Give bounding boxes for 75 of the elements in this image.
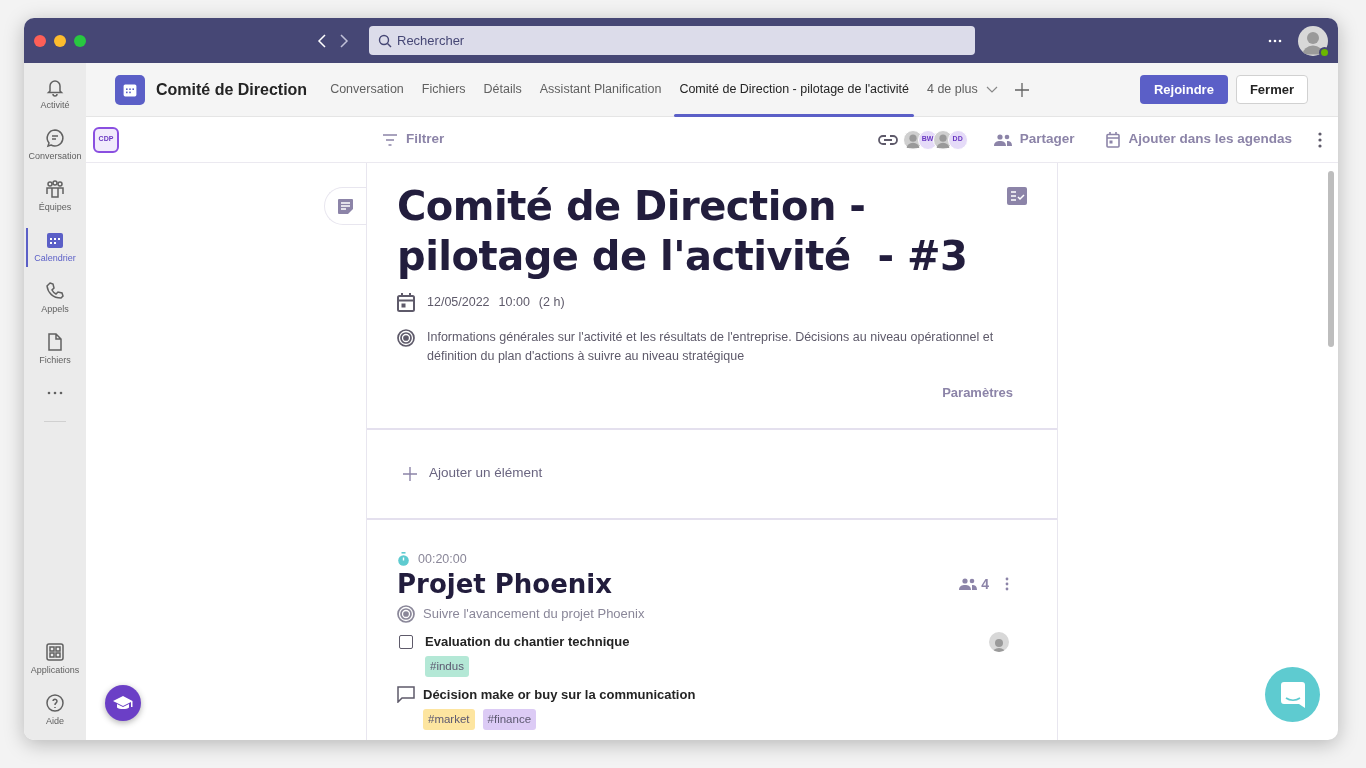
rail-item[interactable]: Appels — [24, 273, 86, 324]
plus-icon — [403, 466, 417, 481]
calendar-icon — [1106, 131, 1121, 148]
chat-bubble-icon — [1280, 681, 1305, 708]
note-icon — [337, 197, 354, 215]
more-tabs-dropdown[interactable]: 4 de plus — [917, 62, 1007, 117]
chat-bubble-icon — [45, 127, 65, 148]
learning-button[interactable] — [105, 685, 141, 721]
status-available-icon — [1319, 46, 1330, 58]
people-icon — [45, 178, 65, 199]
tab[interactable]: Comité de Direction - pilotage de l'activité — [670, 62, 918, 117]
meeting-time: 10:00 — [498, 294, 530, 312]
comment-icon — [397, 686, 415, 704]
rail-item[interactable]: Fichiers — [24, 324, 86, 375]
rail-item[interactable]: Conversation — [24, 120, 86, 171]
target-icon — [397, 605, 415, 623]
rail-item[interactable]: Équipes — [24, 171, 86, 222]
add-to-calendar-button[interactable]: Ajouter dans les agendas — [1100, 128, 1298, 151]
chevron-down-icon — [985, 86, 998, 93]
graduation-cap-icon — [113, 695, 133, 711]
link-icon[interactable] — [877, 134, 898, 145]
agenda-item-title: Décision make or buy sur la communication — [423, 686, 696, 704]
tag[interactable]: #indus — [425, 655, 469, 677]
people-icon — [993, 133, 1012, 146]
tab[interactable]: Assistant Planification — [530, 62, 671, 117]
tag[interactable]: #market — [423, 708, 475, 730]
add-tab-icon[interactable] — [1014, 82, 1029, 97]
people-icon — [959, 578, 978, 591]
rail-item[interactable]: Aide — [24, 685, 86, 736]
stopwatch-icon — [397, 551, 410, 566]
tab[interactable]: Fichiers — [412, 62, 475, 117]
apps-grid-icon — [45, 641, 65, 662]
calendar-app-icon — [115, 74, 145, 105]
rail-item[interactable]: Activité — [24, 69, 86, 120]
topic-title: Projet Phoenix — [397, 568, 613, 601]
minimize-window-button[interactable] — [54, 34, 66, 47]
filter-button[interactable]: Filtrer — [376, 128, 451, 151]
search-field[interactable]: Rechercher — [369, 26, 975, 55]
maximize-window-button[interactable] — [74, 34, 86, 47]
filter-icon — [382, 133, 398, 146]
scrollbar[interactable] — [1328, 171, 1334, 347]
add-item-button[interactable]: Ajouter un élément — [397, 462, 549, 485]
agenda-item-title: Evaluation du chantier technique — [425, 633, 630, 651]
meeting-title: Comité de Direction - pilotage de l'activité - #3 — [397, 182, 969, 281]
topic-objective: Suivre l'avancement du projet Phoenix — [423, 605, 645, 624]
tab[interactable]: Détails — [474, 62, 531, 117]
user-avatar[interactable] — [1298, 25, 1328, 56]
phone-icon — [45, 280, 65, 301]
tag[interactable]: #finance — [482, 708, 537, 730]
help-icon — [45, 692, 65, 713]
calendar-icon — [397, 293, 415, 312]
join-button[interactable]: Rejoindre — [1139, 75, 1228, 104]
meeting-date: 12/05/2022 — [427, 294, 490, 312]
search-icon — [378, 34, 392, 48]
share-button[interactable]: Partager — [987, 128, 1081, 151]
rail-item[interactable]: Applications — [24, 634, 86, 685]
more-apps-icon[interactable] — [47, 391, 63, 395]
more-options-icon[interactable] — [1268, 38, 1282, 43]
meeting-name: Comité de Direction — [156, 79, 308, 100]
more-options-icon[interactable] — [1318, 131, 1322, 148]
rail-item[interactable]: Calendrier — [24, 222, 86, 273]
meeting-duration: (2 h) — [538, 294, 565, 312]
topic-duration: 00:20:00 — [418, 550, 467, 568]
target-icon — [397, 328, 415, 347]
notes-button[interactable] — [324, 187, 366, 225]
checklist-icon[interactable] — [1007, 187, 1027, 205]
assignee-avatar[interactable] — [989, 631, 1009, 652]
file-icon — [45, 331, 65, 352]
settings-link[interactable]: Paramètres — [936, 382, 1027, 404]
meeting-objective: Informations générales sur l'activité et les résultats de l'entreprise. Décisions au niveau opérationnel et définition du plan d'actions à suivre au niveau stratégique — [427, 329, 995, 365]
close-button[interactable]: Fermer — [1235, 75, 1308, 104]
checkbox[interactable] — [399, 634, 413, 649]
tab[interactable]: Conversation — [321, 62, 413, 117]
close-window-button[interactable] — [34, 34, 46, 47]
participant-count: 4 — [981, 574, 989, 594]
